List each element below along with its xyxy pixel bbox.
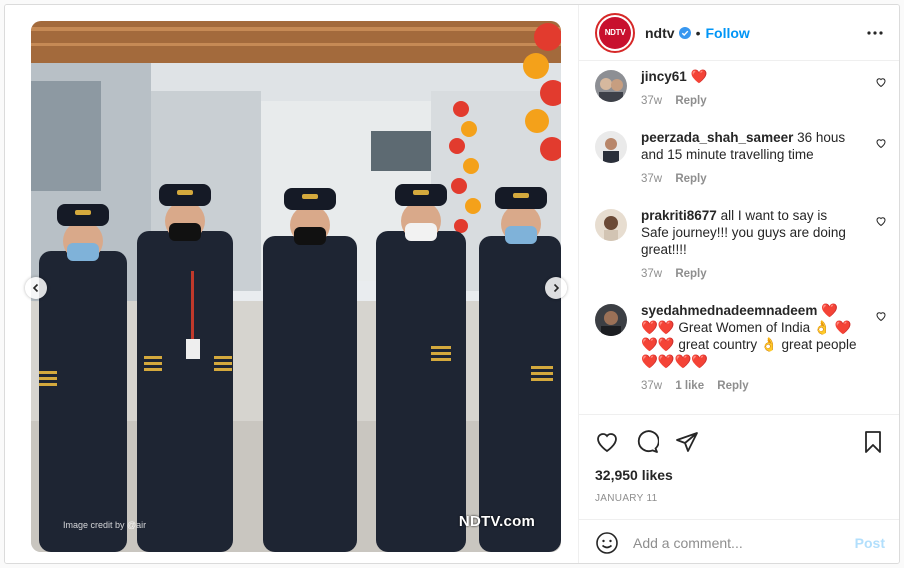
post-card: Image credit by @air NDTV.com NDTV ndtv … [4, 4, 900, 564]
post-media: Image credit by @air NDTV.com [5, 5, 579, 563]
comment-meta: 37w 1 like Reply [641, 380, 857, 392]
follow-button[interactable]: Follow [705, 25, 749, 41]
smiley-icon[interactable] [595, 531, 619, 555]
comment-time[interactable]: 37w [641, 268, 662, 280]
like-comment-heart-icon[interactable] [875, 76, 887, 88]
previous-photo-button[interactable] [25, 277, 47, 299]
like-comment-heart-icon[interactable] [875, 310, 887, 322]
comment-item: peerzada_shah_sameer 36 hous and 15 minu… [579, 129, 899, 185]
reply-button[interactable]: Reply [717, 380, 748, 392]
comment-text: jincy61 ❤️ [641, 68, 857, 85]
action-icons-row [595, 429, 885, 455]
comment-meta: 37w Reply [641, 173, 857, 185]
comment-username[interactable]: peerzada_shah_sameer [641, 130, 793, 145]
commenter-avatar[interactable] [595, 70, 627, 102]
ndtv-watermark: NDTV.com [458, 513, 535, 530]
photo-credit: Image credit by @air [63, 520, 147, 530]
comment-meta: 37w Reply [641, 95, 857, 107]
profile-username[interactable]: ndtv [645, 25, 675, 41]
comment-text: peerzada_shah_sameer 36 hous and 15 minu… [641, 129, 857, 163]
comment-bubble-icon[interactable] [635, 430, 659, 454]
like-comment-heart-icon[interactable] [875, 215, 887, 227]
chevron-left-icon [32, 283, 39, 293]
comment-time[interactable]: 37w [641, 173, 662, 185]
post-date[interactable]: JANUARY 11 [595, 493, 885, 504]
commenter-avatar[interactable] [595, 304, 627, 336]
more-options-button[interactable] [863, 21, 887, 45]
reply-button[interactable]: Reply [675, 268, 706, 280]
reply-button[interactable]: Reply [675, 95, 706, 107]
comment-meta: 37w Reply [641, 268, 857, 280]
post-side-panel: NDTV ndtv • Follow jincy61 ❤️ 37w Reply … [579, 5, 899, 563]
comment-username[interactable]: jincy61 [641, 69, 687, 84]
next-photo-button[interactable] [545, 277, 567, 299]
comment-item: syedahmednadeemnadeem ❤️ ❤️❤️ Great Wome… [579, 302, 899, 392]
verified-badge-icon [678, 26, 691, 39]
comment-emoji: ❤️ [690, 69, 708, 84]
post-header: NDTV ndtv • Follow [579, 5, 899, 61]
photo-illustration [31, 21, 561, 552]
likes-count[interactable]: 32,950 likes [595, 467, 885, 483]
comments-list[interactable]: jincy61 ❤️ 37w Reply peerzada_shah_samee… [579, 62, 899, 412]
add-comment-bar: Post [579, 519, 899, 563]
post-actions: 32,950 likes JANUARY 11 [579, 414, 899, 504]
separator-dot: • [695, 24, 701, 41]
comment-username[interactable]: syedahmednadeemnadeem [641, 303, 817, 318]
post-photo[interactable]: Image credit by @air NDTV.com [31, 21, 561, 552]
comment-text: syedahmednadeemnadeem ❤️ ❤️❤️ Great Wome… [641, 302, 857, 370]
comment-item: prakriti8677 all I want to say is Safe j… [579, 207, 899, 280]
commenter-avatar[interactable] [595, 131, 627, 163]
heart-icon[interactable] [595, 430, 619, 454]
comment-username[interactable]: prakriti8677 [641, 208, 717, 223]
comment-input[interactable] [633, 534, 855, 551]
comment-item: jincy61 ❤️ 37w Reply [579, 68, 899, 107]
comment-text: prakriti8677 all I want to say is Safe j… [641, 207, 857, 258]
bookmark-icon[interactable] [861, 430, 885, 454]
chevron-right-icon [553, 283, 560, 293]
comment-likes-count[interactable]: 1 like [675, 380, 704, 392]
profile-avatar[interactable]: NDTV [595, 12, 635, 53]
ndtv-logo: NDTV [599, 16, 631, 49]
commenter-avatar[interactable] [595, 209, 627, 241]
comment-time[interactable]: 37w [641, 95, 662, 107]
comment-time[interactable]: 37w [641, 380, 662, 392]
reply-button[interactable]: Reply [675, 173, 706, 185]
like-comment-heart-icon[interactable] [875, 137, 887, 149]
paper-plane-icon[interactable] [675, 430, 699, 454]
more-horizontal-icon [867, 30, 883, 35]
post-comment-button[interactable]: Post [855, 535, 885, 551]
